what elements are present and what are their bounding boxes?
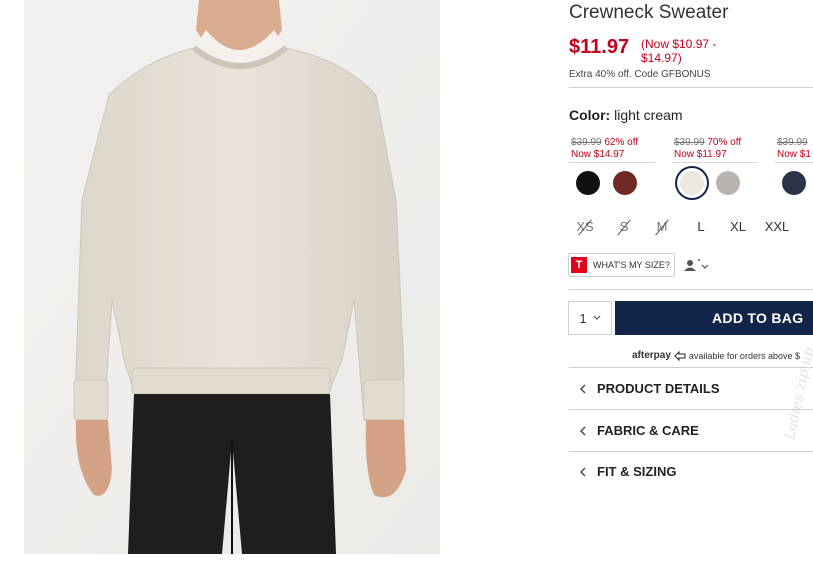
swatch-grey[interactable] [716,171,740,195]
price-range: (Now $10.97 - $14.97) [641,37,717,65]
original-price: $39.99 [777,137,808,148]
color-label: Color: [569,107,611,123]
afterpay-text: available for orders above $ [688,350,800,361]
promo-text: Extra 40% off. Code GFBONUS [569,69,711,80]
sale-price: Now $11.97 [674,149,727,160]
swatch-burgundy[interactable] [613,171,637,195]
chevron-left-icon [569,384,597,394]
divider [569,87,813,88]
chevron-left-icon [569,426,597,436]
group-underline [775,162,813,163]
whats-my-size-button[interactable]: T WHAT'S MY SIZE? [568,253,675,277]
product-title: Crewneck Sweater [569,2,729,23]
accordion-label: FABRIC & CARE [597,423,699,438]
original-price: $39.99 [571,137,602,148]
sale-price: Now $14.97 [571,149,625,160]
group-underline [569,162,655,163]
color-value: light cream [614,107,683,123]
size-xxl[interactable]: XXL [762,219,792,234]
chevron-down-icon [593,315,601,320]
add-to-bag-button[interactable]: ADD TO BAG [615,301,813,335]
size-label: XXL [764,219,790,234]
swatch-light-cream[interactable] [680,171,704,195]
price-group-2: $39.99 70% off Now $11.97 [674,137,741,161]
afterpay-logo: afterpay [632,350,671,361]
quantity-select[interactable]: 1 [568,301,612,335]
original-price: $39.99 [674,137,705,148]
divider [569,289,813,290]
swatch-black[interactable] [576,171,600,195]
size-xl[interactable]: XL [723,219,753,234]
current-price: $11.97 [569,36,630,58]
sale-price: Now $1 [777,149,811,160]
size-s[interactable]: S [609,219,639,236]
user-dropdown-icon [684,259,709,271]
group-underline [672,162,758,163]
size-label: XL [730,219,746,234]
size-l[interactable]: L [686,219,716,234]
chevron-left-icon [569,467,597,477]
accordion-product-details[interactable]: PRODUCT DETAILS [569,368,813,409]
price-group-3: $39.99 Now $1 [777,137,813,161]
true-fit-logo: T [571,257,587,273]
quantity-value: 1 [579,310,587,326]
afterpay-notice: afterpay available for orders above $ [632,350,800,361]
accordion-fit-sizing[interactable]: FIT & SIZING [569,451,813,492]
size-xs[interactable]: XS [570,219,600,236]
whats-my-size-label: WHAT'S MY SIZE? [593,260,670,270]
size-m[interactable]: M [647,219,677,236]
discount-percent: 62% off [604,137,639,148]
sweater-model-illustration [24,0,440,554]
accordion-label: FIT & SIZING [597,464,677,479]
profile-menu[interactable] [684,258,712,277]
price-group-1: $39.99 62% off Now $14.97 [571,137,638,161]
swatch-navy[interactable] [782,171,806,195]
accordion-label: PRODUCT DETAILS [597,381,720,396]
product-image [24,0,440,554]
size-label: L [697,219,705,234]
accordion-fabric-care[interactable]: FABRIC & CARE [569,410,813,451]
color-selection-label: Color: light cream [569,107,683,123]
afterpay-arrows-icon [674,350,686,361]
discount-percent: 70% off [707,137,742,148]
